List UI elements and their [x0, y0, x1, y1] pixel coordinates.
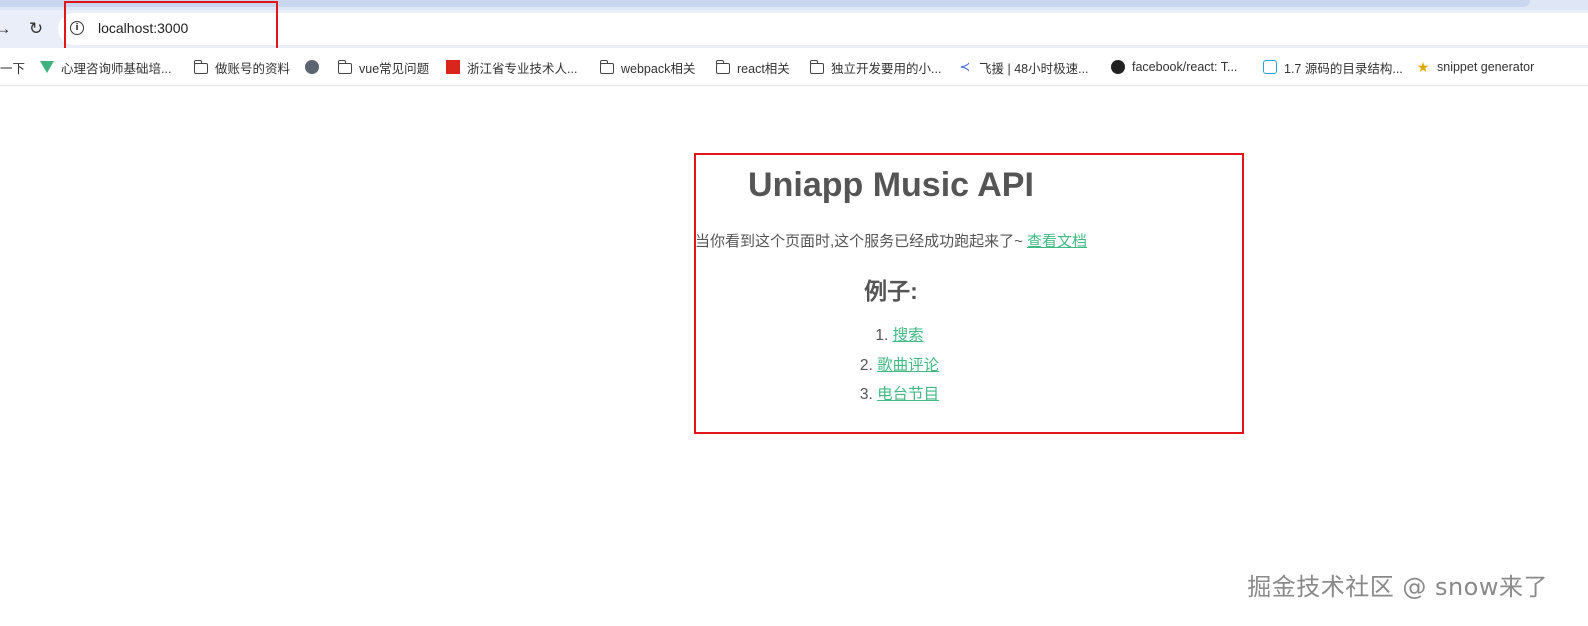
vue-logo-icon — [40, 61, 54, 73]
folder-icon — [337, 59, 352, 74]
bookmark-item[interactable]: webpack相关 — [599, 58, 696, 76]
subtitle-text: 当你看到这个页面时,这个服务已经成功跑起来了~ — [694, 233, 1023, 250]
bookmark-item[interactable]: ≺ 飞援 | 48小时极速... — [958, 58, 1089, 76]
star-icon: ★ — [1416, 59, 1430, 75]
feiyuan-icon: ≺ — [959, 59, 971, 74]
bookmark-label: 一下 — [0, 61, 26, 76]
globe-icon — [305, 60, 319, 74]
list-number: 2. — [859, 356, 873, 374]
bookmark-label: snippet generator — [1437, 60, 1535, 74]
bookmark-label: 飞援 | 48小时极速... — [979, 61, 1089, 76]
bookmark-label: react相关 — [737, 61, 790, 76]
bookmark-label: 心理咨询师基础培... — [61, 61, 172, 76]
bookmark-label: facebook/react: T... — [1132, 60, 1238, 74]
subtitle: 当你看到这个页面时,这个服务已经成功跑起来了~ 查看文档 — [0, 230, 1588, 251]
bookmark-label: 浙江省专业技术人... — [467, 61, 578, 76]
list-item: 3. 电台节目 — [0, 383, 1588, 413]
folder-icon — [599, 59, 614, 74]
bookmark-item[interactable] — [305, 58, 326, 76]
url-highlight-box — [64, 1, 278, 51]
reload-icon[interactable]: ↻ — [25, 18, 47, 40]
bookmark-label: 做账号的资料 — [215, 61, 291, 76]
example-link-search[interactable]: 搜索 — [893, 327, 924, 344]
list-item: 2. 歌曲评论 — [0, 354, 1588, 384]
address-bar[interactable]: i localhost:3000 — [58, 13, 1588, 45]
folder-icon — [715, 59, 730, 74]
bookmark-label: webpack相关 — [621, 61, 696, 76]
bookmark-label: vue常见问题 — [359, 61, 430, 76]
bookmark-item[interactable]: vue常见问题 — [337, 58, 430, 76]
site-logo-icon — [446, 60, 460, 74]
bookmark-label: 独立开发要用的小... — [831, 61, 942, 76]
bookmark-item[interactable]: react相关 — [715, 58, 790, 76]
folder-icon — [193, 59, 208, 74]
list-number: 3. — [859, 386, 873, 403]
examples-heading: 例子: — [864, 278, 918, 304]
watermark: 掘金技术社区 @ snow来了 — [1247, 573, 1548, 601]
forward-icon[interactable]: → — [0, 18, 14, 40]
list-item: 1. 搜索 — [0, 324, 1588, 354]
bookmark-item[interactable]: 做账号的资料 — [193, 58, 291, 76]
bookmark-item[interactable]: ★ snippet generator — [1416, 58, 1535, 76]
bilibili-icon — [1263, 60, 1277, 74]
example-link-comments[interactable]: 歌曲评论 — [877, 357, 939, 374]
folder-icon — [809, 59, 824, 74]
bookmark-item[interactable]: facebook/react: T... — [1111, 58, 1237, 76]
bookmark-item[interactable]: 浙江省专业技术人... — [446, 58, 577, 76]
examples-list: 1. 搜索 2. 歌曲评论 3. 电台节目 — [0, 324, 1588, 413]
bookmark-item[interactable]: 独立开发要用的小... — [809, 58, 942, 76]
bookmark-item[interactable]: 1.7 源码的目录结构... — [1263, 58, 1403, 76]
example-link-radio[interactable]: 电台节目 — [877, 386, 939, 403]
docs-link[interactable]: 查看文档 — [1027, 233, 1087, 250]
page-title: Uniapp Music API — [748, 166, 1034, 204]
bookmark-label: 1.7 源码的目录结构... — [1284, 61, 1403, 76]
bookmark-item[interactable]: 心理咨询师基础培... — [40, 58, 171, 76]
bookmarks-bar: 一下 心理咨询师基础培... 做账号的资料 vue常见问题 浙江省专业技术人..… — [0, 48, 1588, 86]
bookmark-item[interactable]: 一下 — [0, 58, 25, 76]
list-number: 1. — [875, 327, 889, 344]
github-icon — [1111, 60, 1125, 74]
